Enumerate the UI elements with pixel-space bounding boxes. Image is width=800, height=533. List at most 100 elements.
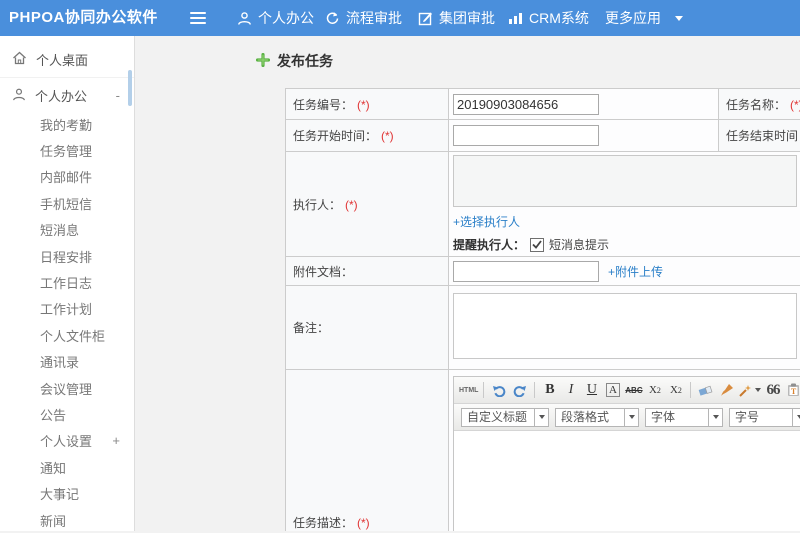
required-mark: (*): [357, 516, 370, 530]
divider: [0, 77, 134, 78]
sidebar-item-personal-desktop[interactable]: 个人桌面: [0, 44, 134, 75]
task-no-input[interactable]: [453, 94, 599, 115]
sidebar-item-personal-file-cabinet[interactable]: 个人文件柜: [0, 322, 134, 348]
sidebar-item-mobile-sms[interactable]: 手机短信: [0, 190, 134, 216]
required-mark: (*): [345, 198, 358, 212]
italic-button[interactable]: I: [561, 380, 580, 400]
svg-text:T: T: [791, 387, 797, 396]
nav-label: CRM系统: [529, 8, 589, 28]
sidebar-item-task-management[interactable]: 任务管理: [0, 137, 134, 163]
attachment-upload-link[interactable]: +附件上传: [608, 263, 663, 280]
choose-executor-link[interactable]: +选择执行人: [453, 215, 520, 229]
top-header-bar: PHPOA协同办公软件 个人办公 流程审批 集团审批 CRM系统 更多应用: [0, 0, 800, 36]
remark-textarea[interactable]: [453, 293, 797, 359]
heading-style-select[interactable]: 自定义标题: [461, 408, 549, 427]
underline-button[interactable]: U: [582, 380, 601, 400]
nav-label: 流程审批: [346, 8, 402, 28]
sidebar-scrollbar-thumb[interactable]: [128, 70, 132, 106]
sidebar-item-personal-office[interactable]: 个人办公 -: [0, 80, 134, 111]
sidebar-item-personal-settings[interactable]: 个人设置 +: [0, 428, 134, 454]
superscript-button[interactable]: X2: [645, 380, 664, 400]
task-desc-label-cell: 任务描述：(*): [286, 370, 449, 532]
quick-format-wand-icon[interactable]: [738, 380, 761, 400]
caret-down-icon: [535, 408, 549, 427]
sidebar-item-label: 个人桌面: [36, 50, 88, 69]
html-source-button[interactable]: HTML: [459, 380, 478, 400]
edit-icon: [418, 11, 433, 26]
caret-down-icon: [793, 408, 800, 427]
paste-from-word-icon[interactable]: T: [784, 380, 800, 400]
end-time-label-cell: 任务结束时间：(*): [719, 120, 800, 152]
subscript-button[interactable]: X2: [666, 380, 685, 400]
start-time-input[interactable]: [453, 125, 599, 146]
sidebar-item-work-log[interactable]: 工作日志: [0, 269, 134, 295]
sidebar-item-work-plan[interactable]: 工作计划: [0, 296, 134, 322]
executor-label-cell: 执行人：(*): [286, 152, 449, 257]
person-icon: [12, 87, 26, 105]
remark-label-cell: 备注：: [286, 286, 449, 370]
hamburger-menu-icon[interactable]: [190, 12, 206, 24]
sidebar-item-news[interactable]: 新闻: [0, 507, 134, 533]
eraser-icon[interactable]: [696, 380, 715, 400]
circular-arrow-icon: [325, 11, 340, 26]
redo-icon[interactable]: [510, 380, 529, 400]
rich-text-editor: HTML B I U A ABC X2 X2: [453, 376, 800, 531]
char-border-button[interactable]: A: [606, 383, 620, 397]
sidebar-item-short-message[interactable]: 短消息: [0, 217, 134, 243]
expand-plus-icon[interactable]: +: [112, 433, 120, 448]
sidebar-item-label: 个人办公: [35, 86, 87, 105]
nav-more-apps[interactable]: 更多应用: [605, 0, 683, 36]
caret-down-icon: [625, 408, 639, 427]
attachment-label-cell: 附件文档：: [286, 257, 449, 286]
sidebar-item-announcement[interactable]: 公告: [0, 401, 134, 427]
paragraph-format-select[interactable]: 段落格式: [555, 408, 639, 427]
font-size-select[interactable]: 字号: [729, 408, 800, 427]
sidebar-item-schedule[interactable]: 日程安排: [0, 243, 134, 269]
format-brush-icon[interactable]: [717, 380, 736, 400]
sms-remind-checkbox[interactable]: [530, 238, 544, 252]
editor-content-area[interactable]: [454, 431, 800, 531]
collapse-minus-icon[interactable]: -: [116, 88, 120, 103]
bar-chart-icon: [508, 11, 523, 25]
page-title-bar: 发布任务: [256, 51, 333, 71]
nav-label: 更多应用: [605, 8, 661, 28]
page-title: 发布任务: [277, 51, 333, 71]
task-no-label-cell: 任务编号：(*): [286, 89, 449, 120]
nav-label: 个人办公: [258, 8, 314, 28]
blockquote-button[interactable]: 66: [763, 380, 782, 400]
sidebar-item-contacts[interactable]: 通讯录: [0, 349, 134, 375]
sidebar-item-notification[interactable]: 通知: [0, 454, 134, 480]
home-icon: [12, 51, 27, 68]
nav-personal-office[interactable]: 个人办公: [237, 0, 314, 36]
start-time-label-cell: 任务开始时间：(*): [286, 120, 449, 152]
executor-textarea[interactable]: [453, 155, 797, 207]
strikethrough-button[interactable]: ABC: [624, 380, 643, 400]
plus-icon: [256, 53, 270, 70]
task-name-label-cell: 任务名称：(*): [719, 89, 800, 120]
sidebar-item-internal-mail[interactable]: 内部邮件: [0, 164, 134, 190]
caret-down-icon: [675, 16, 683, 21]
sidebar-item-my-attendance[interactable]: 我的考勤: [0, 111, 134, 137]
app-logo: PHPOA协同办公软件: [9, 0, 158, 36]
remind-executor-label: 提醒执行人：: [453, 236, 525, 253]
sidebar-item-memorabilia[interactable]: 大事记: [0, 480, 134, 506]
required-mark: (*): [357, 98, 370, 112]
nav-workflow-approval[interactable]: 流程审批: [325, 0, 402, 36]
publish-task-form: 任务编号：(*) 任务名称：(*) 任务开始时间：(*) 任务结束时间：(*) …: [285, 88, 800, 531]
nav-label: 集团审批: [439, 8, 495, 28]
required-mark: (*): [381, 129, 394, 143]
undo-icon[interactable]: [489, 380, 508, 400]
nav-crm-system[interactable]: CRM系统: [508, 0, 589, 36]
font-family-select[interactable]: 字体: [645, 408, 723, 427]
editor-toolbar-row1: HTML B I U A ABC X2 X2: [454, 377, 800, 404]
caret-down-icon: [709, 408, 723, 427]
sidebar-item-meeting-management[interactable]: 会议管理: [0, 375, 134, 401]
person-icon: [237, 11, 252, 26]
required-mark: (*): [790, 98, 800, 112]
sms-remind-option-label: 短消息提示: [549, 236, 609, 253]
bold-button[interactable]: B: [540, 380, 559, 400]
editor-toolbar-row2: 自定义标题 段落格式 字体 字号: [454, 404, 800, 431]
sidebar: 个人桌面 个人办公 - 我的考勤 任务管理 内部邮件 手机短信 短消息 日程安排…: [0, 36, 135, 531]
attachment-input[interactable]: [453, 261, 599, 282]
nav-group-approval[interactable]: 集团审批: [418, 0, 495, 36]
